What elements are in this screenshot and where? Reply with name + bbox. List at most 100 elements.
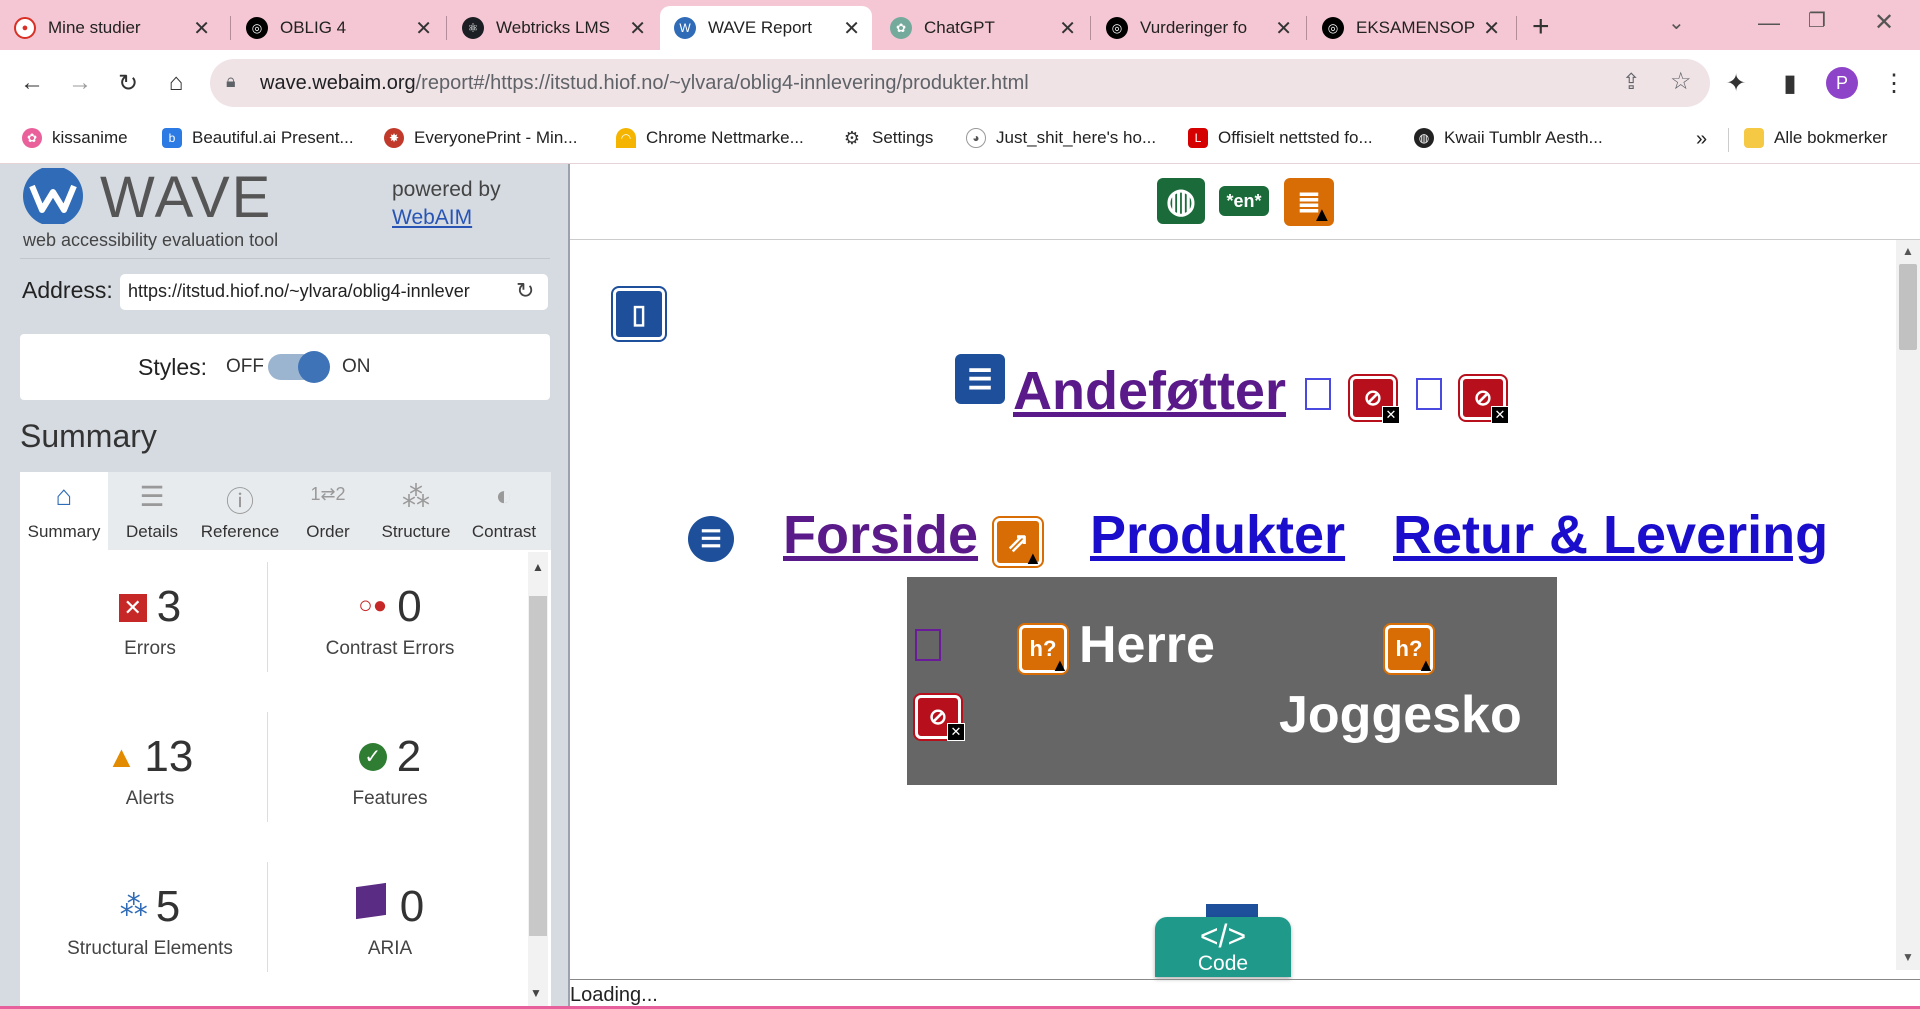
stat-alerts[interactable]: ▲ 13 Alerts xyxy=(30,732,270,810)
forward-button[interactable]: → xyxy=(62,65,98,101)
stat-aria[interactable]: 0 ARIA xyxy=(270,882,510,960)
bookmark-item[interactable]: ✸ EveryonePrint - Min... xyxy=(384,128,577,148)
close-icon[interactable]: ✕ xyxy=(1275,16,1292,41)
tab-webtricks[interactable]: ⚛ Webtricks LMS ✕ xyxy=(448,6,658,50)
scroll-down-icon[interactable]: ▼ xyxy=(530,986,542,1000)
stat-structural-elements[interactable]: ⁂ 5 Structural Elements xyxy=(30,882,270,960)
tab-label: Summary xyxy=(27,522,101,541)
code-toggle-button[interactable]: </> Code xyxy=(1155,917,1291,977)
header-region-icon[interactable]: ▯ xyxy=(613,288,665,340)
tab-structure[interactable]: ⁂ Structure xyxy=(372,472,460,550)
react-icon: ⚛ xyxy=(462,17,484,39)
close-icon[interactable]: ✕ xyxy=(1483,16,1500,41)
styles-label: Styles: xyxy=(138,354,208,380)
scroll-up-icon[interactable]: ▲ xyxy=(1902,244,1914,258)
tab-vurderinger[interactable]: ◎ Vurderinger fo ✕ xyxy=(1092,6,1304,50)
errors-label: Errors xyxy=(124,638,176,659)
nav-link-retur-levering[interactable]: Retur & Levering xyxy=(1393,504,1828,566)
minimize-button[interactable]: — xyxy=(1758,10,1780,36)
tab-summary[interactable]: ⌂ Summary xyxy=(20,472,108,550)
sidepanel-icon[interactable]: ▮ xyxy=(1772,65,1808,101)
contrast-label: Contrast Errors xyxy=(325,638,455,659)
tab-title: EKSAMENSOPP xyxy=(1356,18,1476,37)
stat-errors[interactable]: ✕ 3 Errors xyxy=(30,582,270,660)
tab-order[interactable]: 1⇄2 Order xyxy=(284,472,372,550)
close-icon[interactable]: ✕ xyxy=(1059,16,1076,41)
tab-eksamensopp[interactable]: ◎ EKSAMENSOPP ✕ xyxy=(1308,6,1512,50)
close-icon[interactable]: ✕ xyxy=(193,16,210,41)
tab-title: OBLIG 4 xyxy=(280,18,347,37)
close-icon[interactable]: ✕ xyxy=(629,16,646,41)
wave-tagline: web accessibility evaluation tool xyxy=(23,230,279,250)
styles-toggle-switch[interactable] xyxy=(268,351,330,383)
profile-avatar[interactable]: P xyxy=(1826,67,1858,99)
tab-contrast[interactable]: ◐ Contrast xyxy=(460,472,548,550)
bookmark-item[interactable]: ◠ Chrome Nettmarke... xyxy=(616,128,804,148)
menu-icon[interactable]: ⋮ xyxy=(1876,65,1912,101)
app-icon: ◎ xyxy=(1322,17,1344,39)
wave-address-input[interactable]: https://itstud.hiof.no/~ylvara/oblig4-in… xyxy=(120,274,548,310)
bookmarks-bar: ✿ kissanime b Beautiful.ai Present... ✸ Eve… xyxy=(0,116,1920,164)
bookmark-item[interactable]: L Offisielt nettsted fo... xyxy=(1188,128,1373,148)
stat-features[interactable]: ✓ 2 Features xyxy=(270,732,510,810)
stat-contrast-errors[interactable]: ○● 0 Contrast Errors xyxy=(270,582,510,660)
all-bookmarks-label: Alle bokmerker xyxy=(1774,128,1888,147)
tab-label: Contrast xyxy=(471,522,537,541)
navigation-list-icon[interactable]: ☰ xyxy=(688,516,734,562)
nav-link-produkter[interactable]: Produkter xyxy=(1090,504,1345,566)
bookmark-item[interactable]: b Beautiful.ai Present... xyxy=(162,128,354,148)
new-tab-button[interactable]: + xyxy=(1532,10,1550,44)
home-button[interactable]: ⌂ xyxy=(158,65,194,101)
close-icon[interactable]: ✕ xyxy=(415,16,432,41)
share-icon[interactable]: ⇪ xyxy=(1622,69,1640,95)
aria-icon xyxy=(355,882,386,920)
summary-scrollbar[interactable]: ▲ xyxy=(528,552,548,1008)
report-preview: ◍ *en* ≣ ▲ ▲ ▼ ▯ ☰ Andeføtter ⊘ ✕ ⊘ ✕ ☰ … xyxy=(570,164,1920,1009)
extensions-icon[interactable]: ✦ xyxy=(1718,65,1754,101)
order-icon: 1⇄2 xyxy=(310,484,346,504)
tab-mine-studier[interactable]: ● Mine studier ✕ xyxy=(0,6,222,50)
close-icon[interactable]: ✕ xyxy=(843,16,860,41)
tab-title: ChatGPT xyxy=(924,18,995,37)
reddit-icon: ◕ xyxy=(966,128,986,148)
scroll-down-icon[interactable]: ▼ xyxy=(1902,950,1914,964)
bookmark-item[interactable]: ✿ kissanime xyxy=(22,128,128,148)
scroll-up-icon[interactable]: ▲ xyxy=(532,560,544,574)
tab-search-icon[interactable]: ⌄ xyxy=(1668,10,1685,35)
page-scrollbar[interactable]: ▲ ▼ xyxy=(1896,240,1920,970)
tab-reference[interactable]: ⓘ Reference xyxy=(196,472,284,550)
close-window-button[interactable]: ✕ xyxy=(1874,8,1894,37)
bookmark-star-icon[interactable]: ☆ xyxy=(1670,67,1692,96)
bookmark-item[interactable]: ◕ Just_shit_here's ho... xyxy=(966,128,1156,148)
language-badge[interactable]: *en* xyxy=(1219,186,1269,216)
scrollbar-thumb[interactable] xyxy=(1899,264,1917,350)
tab-oblig4[interactable]: ◎ OBLIG 4 ✕ xyxy=(232,6,444,50)
address-bar[interactable]: 🔒︎ wave.webaim.org/report#/https://itstu… xyxy=(210,59,1710,107)
bookmark-item[interactable]: ◍ Kwaii Tumblr Aesth... xyxy=(1414,128,1603,148)
site-info-icon[interactable]: 🔒︎ xyxy=(226,71,236,92)
bookmark-item[interactable]: ⚙ Settings xyxy=(842,128,934,148)
restore-button[interactable]: ❐ xyxy=(1808,8,1826,33)
contrast-error-icon: ○● xyxy=(358,592,388,619)
nav-link-forside[interactable]: Forside xyxy=(783,504,978,566)
bookmarks-overflow-button[interactable]: » xyxy=(1696,128,1707,151)
tab-details[interactable]: ☰ Details xyxy=(108,472,196,550)
tab-chatgpt[interactable]: ✿ ChatGPT ✕ xyxy=(876,6,1088,50)
tab-wave-report[interactable]: W WAVE Report ✕ xyxy=(660,6,872,50)
heading-structure-icon[interactable]: ☰ xyxy=(955,354,1005,404)
reload-button[interactable]: ↻ xyxy=(110,65,146,101)
language-globe-icon[interactable]: ◍ xyxy=(1157,178,1205,224)
warning-icon: ▲ xyxy=(1417,655,1435,675)
back-button[interactable]: ← xyxy=(14,65,50,101)
tab-divider xyxy=(1090,16,1091,40)
scrollbar-thumb[interactable] xyxy=(529,596,547,936)
structure-icon: ⁂ xyxy=(119,890,148,921)
warning-icon: ▲ xyxy=(1312,204,1332,226)
refresh-icon[interactable]: ↻ xyxy=(516,278,534,304)
all-bookmarks[interactable]: Alle bokmerker xyxy=(1744,128,1887,148)
bookmark-label: EveryonePrint - Min... xyxy=(414,128,578,147)
page-bottom-border xyxy=(570,979,1920,980)
webaim-link[interactable]: WebAIM xyxy=(392,206,472,230)
product-card: h? ▲ Herre h? ▲ ⊘ ✕ Joggesko xyxy=(907,577,1557,785)
site-title-link[interactable]: Andeføtter xyxy=(1013,360,1286,422)
